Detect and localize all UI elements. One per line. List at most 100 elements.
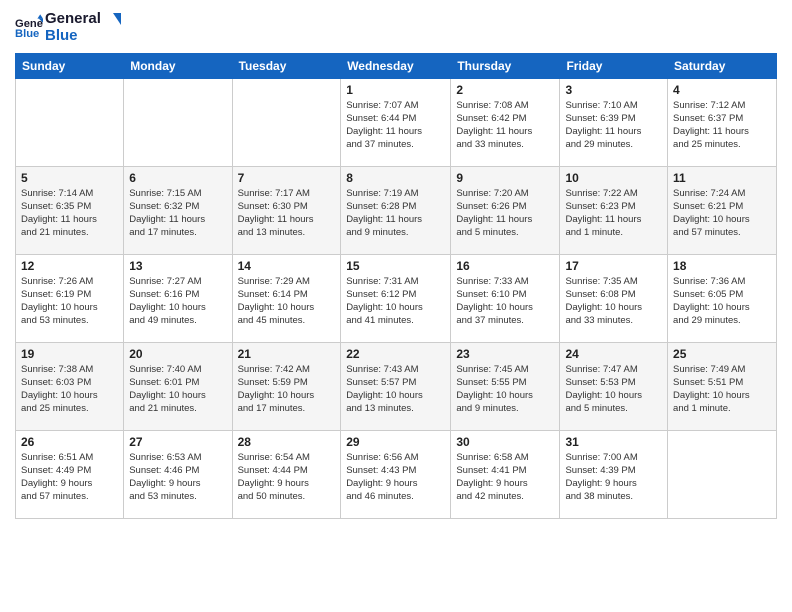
logo-blue: Blue: [45, 27, 121, 44]
day-info: Sunrise: 7:22 AMSunset: 6:23 PMDaylight:…: [565, 187, 662, 240]
logo-icon: General Blue: [15, 13, 43, 41]
day-number: 20: [129, 347, 226, 361]
calendar-cell: [16, 78, 124, 166]
calendar-cell: 15Sunrise: 7:31 AMSunset: 6:12 PMDayligh…: [341, 254, 451, 342]
calendar-cell: 3Sunrise: 7:10 AMSunset: 6:39 PMDaylight…: [560, 78, 668, 166]
calendar-cell: 22 Sunrise: 7:43 AMSunset: 5:57 PMDayligh…: [341, 342, 451, 430]
day-info: Sunrise: 7:38 AMSunset: 6:03 PMDaylight:…: [21, 363, 118, 416]
calendar-cell: 16Sunrise: 7:33 AMSunset: 6:10 PMDayligh…: [451, 254, 560, 342]
day-header-tuesday: Tuesday: [232, 53, 341, 78]
calendar-table: SundayMondayTuesdayWednesdayThursdayFrid…: [15, 53, 777, 519]
day-header-monday: Monday: [124, 53, 232, 78]
day-number: 2: [456, 83, 554, 97]
day-number: 30: [456, 435, 554, 449]
day-info: Sunrise: 7:12 AMSunset: 6:37 PMDaylight:…: [673, 99, 771, 152]
day-info: Sunrise: 7:35 AMSunset: 6:08 PMDaylight:…: [565, 275, 662, 328]
day-info: Sunrise: 7:10 AMSunset: 6:39 PMDaylight:…: [565, 99, 662, 152]
day-header-friday: Friday: [560, 53, 668, 78]
header: General Blue General Blue: [15, 10, 777, 45]
calendar-cell: 11 Sunrise: 7:24 AMSunset: 6:21 PMDayligh…: [668, 166, 777, 254]
day-number: 4: [673, 83, 771, 97]
calendar-cell: 28 Sunrise: 6:54 AMSunset: 4:44 PMDayligh…: [232, 430, 341, 518]
calendar-cell: 13 Sunrise: 7:27 AMSunset: 6:16 PMDayligh…: [124, 254, 232, 342]
calendar-cell: [124, 78, 232, 166]
day-number: 22: [346, 347, 445, 361]
calendar-cell: 7 Sunrise: 7:17 AMSunset: 6:30 PMDaylight…: [232, 166, 341, 254]
day-info: Sunrise: 7:15 AMSunset: 6:32 PMDaylight:…: [129, 187, 226, 240]
calendar-cell: 6 Sunrise: 7:15 AMSunset: 6:32 PMDaylight…: [124, 166, 232, 254]
day-info: Sunrise: 7:47 AMSunset: 5:53 PMDaylight:…: [565, 363, 662, 416]
day-number: 19: [21, 347, 118, 361]
calendar-cell: 12 Sunrise: 7:26 AMSunset: 6:19 PMDayligh…: [16, 254, 124, 342]
calendar-week-1: 1 Sunrise: 7:07 AMSunset: 6:44 PMDaylight…: [16, 78, 777, 166]
svg-text:Blue: Blue: [15, 28, 39, 40]
calendar-cell: 19 Sunrise: 7:38 AMSunset: 6:03 PMDayligh…: [16, 342, 124, 430]
day-info: Sunrise: 6:58 AMSunset: 4:41 PMDaylight:…: [456, 451, 554, 504]
logo: General Blue General Blue: [15, 10, 121, 45]
day-header-sunday: Sunday: [16, 53, 124, 78]
day-info: Sunrise: 7:27 AMSunset: 6:16 PMDaylight:…: [129, 275, 226, 328]
logo-general: General: [45, 10, 121, 27]
day-number: 9: [456, 171, 554, 185]
day-info: Sunrise: 7:17 AMSunset: 6:30 PMDaylight:…: [238, 187, 336, 240]
calendar-cell: 26 Sunrise: 6:51 AMSunset: 4:49 PMDayligh…: [16, 430, 124, 518]
day-number: 8: [346, 171, 445, 185]
calendar-cell: 9 Sunrise: 7:20 AMSunset: 6:26 PMDaylight…: [451, 166, 560, 254]
day-number: 17: [565, 259, 662, 273]
day-info: Sunrise: 7:20 AMSunset: 6:26 PMDaylight:…: [456, 187, 554, 240]
calendar-week-5: 26 Sunrise: 6:51 AMSunset: 4:49 PMDayligh…: [16, 430, 777, 518]
day-number: 14: [238, 259, 336, 273]
day-info: Sunrise: 7:26 AMSunset: 6:19 PMDaylight:…: [21, 275, 118, 328]
page: General Blue General Blue SundayMondayT: [0, 0, 792, 612]
day-info: Sunrise: 7:08 AMSunset: 6:42 PMDaylight:…: [456, 99, 554, 152]
calendar-week-3: 12 Sunrise: 7:26 AMSunset: 6:19 PMDayligh…: [16, 254, 777, 342]
day-number: 27: [129, 435, 226, 449]
day-info: Sunrise: 7:43 AMSunset: 5:57 PMDaylight:…: [346, 363, 445, 416]
day-header-saturday: Saturday: [668, 53, 777, 78]
calendar-cell: [668, 430, 777, 518]
calendar-cell: 25Sunrise: 7:49 AMSunset: 5:51 PMDayligh…: [668, 342, 777, 430]
day-number: 26: [21, 435, 118, 449]
day-info: Sunrise: 6:56 AMSunset: 4:43 PMDaylight:…: [346, 451, 445, 504]
calendar-cell: 2 Sunrise: 7:08 AMSunset: 6:42 PMDaylight…: [451, 78, 560, 166]
calendar-cell: 10 Sunrise: 7:22 AMSunset: 6:23 PMDayligh…: [560, 166, 668, 254]
calendar-cell: 23 Sunrise: 7:45 AMSunset: 5:55 PMDayligh…: [451, 342, 560, 430]
calendar-cell: 29Sunrise: 6:56 AMSunset: 4:43 PMDayligh…: [341, 430, 451, 518]
day-header-wednesday: Wednesday: [341, 53, 451, 78]
calendar-cell: 31Sunrise: 7:00 AMSunset: 4:39 PMDayligh…: [560, 430, 668, 518]
logo-chevron: [105, 13, 121, 25]
day-number: 23: [456, 347, 554, 361]
day-number: 13: [129, 259, 226, 273]
day-info: Sunrise: 7:36 AMSunset: 6:05 PMDaylight:…: [673, 275, 771, 328]
day-number: 21: [238, 347, 336, 361]
day-info: Sunrise: 7:40 AMSunset: 6:01 PMDaylight:…: [129, 363, 226, 416]
day-info: Sunrise: 7:49 AMSunset: 5:51 PMDaylight:…: [673, 363, 771, 416]
day-number: 7: [238, 171, 336, 185]
day-info: Sunrise: 7:24 AMSunset: 6:21 PMDaylight:…: [673, 187, 771, 240]
calendar-cell: 8Sunrise: 7:19 AMSunset: 6:28 PMDaylight…: [341, 166, 451, 254]
day-number: 10: [565, 171, 662, 185]
calendar-cell: 4 Sunrise: 7:12 AMSunset: 6:37 PMDaylight…: [668, 78, 777, 166]
calendar-cell: 18 Sunrise: 7:36 AMSunset: 6:05 PMDayligh…: [668, 254, 777, 342]
day-number: 28: [238, 435, 336, 449]
calendar-cell: 21Sunrise: 7:42 AMSunset: 5:59 PMDayligh…: [232, 342, 341, 430]
calendar-cell: 5Sunrise: 7:14 AMSunset: 6:35 PMDaylight…: [16, 166, 124, 254]
calendar-cell: 24Sunrise: 7:47 AMSunset: 5:53 PMDayligh…: [560, 342, 668, 430]
calendar-cell: 30 Sunrise: 6:58 AMSunset: 4:41 PMDayligh…: [451, 430, 560, 518]
day-info: Sunrise: 7:29 AMSunset: 6:14 PMDaylight:…: [238, 275, 336, 328]
calendar-cell: 17 Sunrise: 7:35 AMSunset: 6:08 PMDayligh…: [560, 254, 668, 342]
calendar-cell: [232, 78, 341, 166]
day-info: Sunrise: 7:45 AMSunset: 5:55 PMDaylight:…: [456, 363, 554, 416]
day-number: 18: [673, 259, 771, 273]
day-number: 6: [129, 171, 226, 185]
day-info: Sunrise: 6:54 AMSunset: 4:44 PMDaylight:…: [238, 451, 336, 504]
day-info: Sunrise: 6:51 AMSunset: 4:49 PMDaylight:…: [21, 451, 118, 504]
day-number: 1: [346, 83, 445, 97]
day-info: Sunrise: 7:07 AMSunset: 6:44 PMDaylight:…: [346, 99, 445, 152]
day-number: 12: [21, 259, 118, 273]
calendar-cell: 20 Sunrise: 7:40 AMSunset: 6:01 PMDayligh…: [124, 342, 232, 430]
calendar-week-2: 5Sunrise: 7:14 AMSunset: 6:35 PMDaylight…: [16, 166, 777, 254]
calendar-cell: 27Sunrise: 6:53 AMSunset: 4:46 PMDayligh…: [124, 430, 232, 518]
calendar-header-row: SundayMondayTuesdayWednesdayThursdayFrid…: [16, 53, 777, 78]
day-number: 11: [673, 171, 771, 185]
